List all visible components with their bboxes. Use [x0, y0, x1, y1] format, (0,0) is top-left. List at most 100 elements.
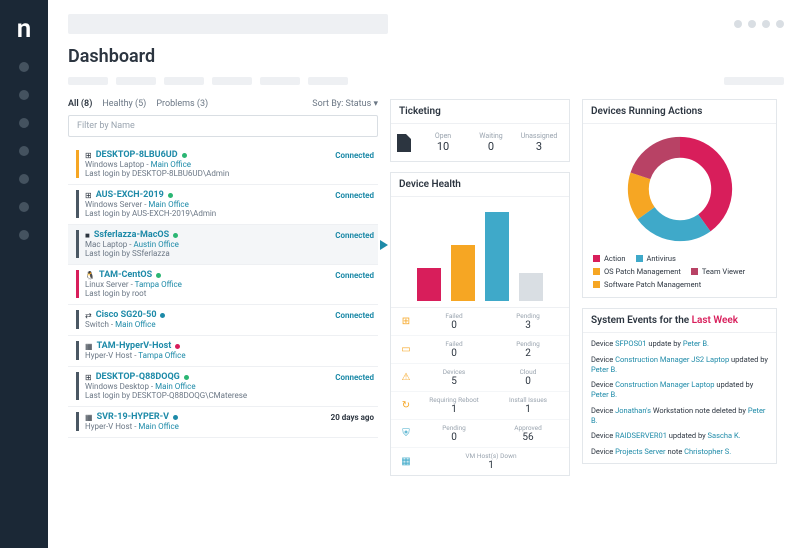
- nav-item[interactable]: [19, 62, 29, 72]
- device-name[interactable]: SVR-19-HYPER-V: [97, 412, 169, 422]
- os-icon: ▦: [85, 413, 93, 422]
- device-row[interactable]: ■ Ssferlazza-MacOS Mac Laptop - Austin O…: [68, 225, 378, 265]
- device-location[interactable]: Main Office: [155, 382, 195, 391]
- nav-item[interactable]: [19, 202, 29, 212]
- device-filters: All (8) Healthy (5) Problems (3) Sort By…: [68, 99, 378, 109]
- device-list: ⊞ DESKTOP-8LBU6UD Windows Laptop - Main …: [68, 145, 378, 438]
- health-row: ↻ Requiring Reboot1 Install Issues1: [391, 392, 569, 420]
- actions-title: Devices Running Actions: [583, 100, 776, 124]
- status-dot: [173, 415, 178, 420]
- last-login: Last login by SSferlazza: [85, 249, 335, 258]
- health-row: ⛨ Pending0 Approved56: [391, 420, 569, 448]
- breadcrumb-placeholder: [68, 77, 784, 85]
- status-dot: [168, 193, 173, 198]
- search-input[interactable]: Filter by Name: [68, 115, 378, 137]
- connection-status: Connected: [335, 191, 374, 200]
- last-login: Last login by DESKTOP-8LBU6UD\Admin: [85, 169, 335, 178]
- status-dot: [175, 344, 180, 349]
- connection-status: 20 days ago: [331, 413, 374, 422]
- device-row[interactable]: ⊞ AUS-EXCH-2019 Windows Server - Main Of…: [68, 185, 378, 225]
- device-row[interactable]: ⊞ DESKTOP-Q88DOQG Windows Desktop - Main…: [68, 367, 378, 407]
- device-subtype: Windows Desktop - Main Office: [85, 382, 335, 391]
- health-icon: ▭: [399, 343, 413, 357]
- device-name[interactable]: AUS-EXCH-2019: [96, 190, 164, 200]
- device-subtype: Hyper-V Host - Main Office: [85, 422, 331, 431]
- device-subtype: Mac Laptop - Austin Office: [85, 240, 335, 249]
- chevron-down-icon: ▾: [373, 99, 378, 109]
- connection-status: Connected: [335, 373, 374, 382]
- event-item: Device RAIDSERVER01 updated by Sascha K.: [591, 431, 768, 441]
- os-icon: ⊞: [85, 373, 92, 382]
- device-location[interactable]: Main Office: [151, 160, 191, 169]
- device-row[interactable]: ⇄ Cisco SG20-50 Switch - Main Office Con…: [68, 305, 378, 336]
- health-icon: ▦: [399, 455, 413, 469]
- device-location[interactable]: Main Office: [138, 422, 178, 431]
- last-login: Last login by DESKTOP-Q88DOQG\CMaterese: [85, 391, 335, 400]
- nav-item[interactable]: [19, 230, 29, 240]
- device-health-card: Device Health ⊞ Failed0 Pending3▭ Failed…: [390, 172, 570, 476]
- device-row[interactable]: 🐧 TAM-CentOS Linux Server - Tampa Office…: [68, 265, 378, 305]
- health-row: ⚠ Devices5 Cloud0: [391, 364, 569, 392]
- ticket-stat: Open10: [419, 132, 467, 153]
- connection-status: Connected: [335, 311, 374, 320]
- device-subtype: Windows Laptop - Main Office: [85, 160, 335, 169]
- device-subtype: Hyper-V Host - Tampa Office: [85, 351, 374, 360]
- health-icon: ↻: [399, 399, 413, 413]
- device-name[interactable]: DESKTOP-8LBU6UD: [96, 150, 178, 160]
- legend-item: Software Patch Management: [593, 280, 701, 289]
- actions-card: Devices Running Actions ActionAntivirusO…: [582, 99, 777, 298]
- status-dot: [184, 375, 189, 380]
- filter-problems[interactable]: Problems (3): [156, 99, 208, 109]
- events-title: System Events for the Last Week: [583, 309, 776, 333]
- ticket-stat: Unassigned3: [515, 132, 563, 153]
- actions-legend: ActionAntivirusOS Patch ManagementTeam V…: [583, 250, 776, 297]
- health-bar-chart: [391, 197, 569, 307]
- connection-status: Connected: [335, 271, 374, 280]
- device-location[interactable]: Main Office: [115, 320, 155, 329]
- nav-item[interactable]: [19, 90, 29, 100]
- nav-item[interactable]: [19, 118, 29, 128]
- sidebar: n: [0, 0, 48, 548]
- device-name[interactable]: TAM-CentOS: [99, 270, 152, 280]
- device-name[interactable]: Ssferlazza-MacOS: [94, 230, 169, 240]
- os-icon: ⊞: [85, 191, 92, 200]
- device-location[interactable]: Tampa Office: [138, 351, 185, 360]
- device-row[interactable]: ⊞ DESKTOP-8LBU6UD Windows Laptop - Main …: [68, 145, 378, 185]
- os-icon: ▦: [85, 342, 93, 351]
- device-name[interactable]: DESKTOP-Q88DOQG: [96, 372, 180, 382]
- nav-item[interactable]: [19, 146, 29, 156]
- device-row[interactable]: ▦ TAM-HyperV-Host Hyper-V Host - Tampa O…: [68, 336, 378, 367]
- status-dot: [182, 153, 187, 158]
- event-item: Device SFPOS01 update by Peter B.: [591, 339, 768, 349]
- legend-item: Antivirus: [636, 254, 676, 263]
- topbar-placeholder: [68, 14, 388, 34]
- logo: n: [17, 14, 32, 44]
- nav-item[interactable]: [19, 174, 29, 184]
- ticket-stat: Waiting0: [467, 132, 515, 153]
- health-bar: [485, 212, 509, 301]
- legend-item: Team Viewer: [691, 267, 745, 276]
- device-row[interactable]: ▦ SVR-19-HYPER-V Hyper-V Host - Main Off…: [68, 407, 378, 438]
- os-icon: ⊞: [85, 151, 92, 160]
- legend-item: OS Patch Management: [593, 267, 681, 276]
- filter-all[interactable]: All (8): [68, 99, 92, 109]
- event-item: Device Construction Manager JS2 Laptop u…: [591, 355, 768, 375]
- os-icon: ⇄: [85, 311, 92, 320]
- health-icon: ⛨: [399, 427, 413, 441]
- filter-healthy[interactable]: Healthy (5): [102, 99, 146, 109]
- event-item: Device Construction Manager Laptop updat…: [591, 380, 768, 400]
- device-name[interactable]: TAM-HyperV-Host: [97, 341, 172, 351]
- page-title: Dashboard: [68, 46, 784, 67]
- connection-status: Connected: [335, 231, 374, 240]
- health-icon: ⚠: [399, 371, 413, 385]
- events-card: System Events for the Last Week Device S…: [582, 308, 777, 464]
- device-location[interactable]: Main Office: [148, 200, 188, 209]
- device-location[interactable]: Austin Office: [133, 240, 178, 249]
- health-bar: [417, 268, 441, 301]
- health-icon: ⊞: [399, 315, 413, 329]
- sort-dropdown[interactable]: Sort By: Status ▾: [312, 99, 378, 109]
- status-dot: [156, 273, 161, 278]
- connection-status: Connected: [335, 151, 374, 160]
- device-name[interactable]: Cisco SG20-50: [96, 310, 157, 320]
- device-location[interactable]: Tampa Office: [135, 280, 182, 289]
